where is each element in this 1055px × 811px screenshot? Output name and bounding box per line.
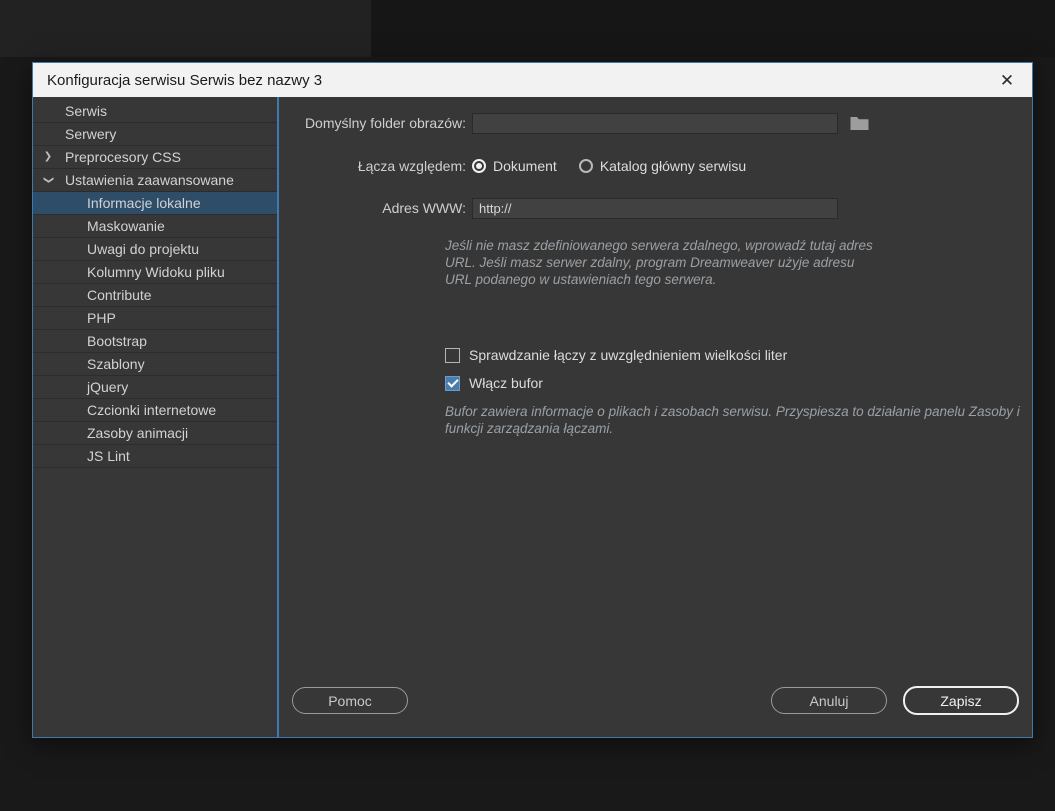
sidebar-item-label: Kolumny Widoku pliku <box>87 264 225 280</box>
sidebar-item-label: Informacje lokalne <box>87 195 201 211</box>
sidebar-item-ustawienia-zaawansowane[interactable]: ❯ Ustawienia zaawansowane <box>33 169 277 192</box>
sidebar-item-label: Zasoby animacji <box>87 425 189 441</box>
sidebar-item-jquery[interactable]: jQuery <box>33 376 277 399</box>
site-setup-dialog: Konfiguracja serwisu Serwis bez nazwy 3 … <box>32 62 1033 738</box>
web-address-row: Adres WWW: <box>279 196 838 220</box>
sidebar-item-bootstrap[interactable]: Bootstrap <box>33 330 277 353</box>
links-relative-label: Łącza względem: <box>357 158 466 174</box>
background-region-left <box>0 0 371 57</box>
category-sidebar: Serwis Serwery ❯ Preprocesory CSS ❯ Usta… <box>33 97 279 737</box>
sidebar-item-preprocesory-css[interactable]: ❯ Preprocesory CSS <box>33 146 277 169</box>
sidebar-item-label: Serwery <box>65 126 117 142</box>
sidebar-item-zasoby-animacji[interactable]: Zasoby animacji <box>33 422 277 445</box>
background-region-right <box>371 0 1055 57</box>
folder-icon <box>850 116 869 131</box>
sidebar-item-czcionki-internetowe[interactable]: Czcionki internetowe <box>33 399 277 422</box>
dialog-titlebar: Konfiguracja serwisu Serwis bez nazwy 3 … <box>33 63 1032 97</box>
radio-document[interactable]: Dokument <box>472 158 557 174</box>
chevron-right-icon[interactable]: ❯ <box>41 146 55 168</box>
links-relative-row: Łącza względem: Dokument Katalog główny … <box>279 154 746 178</box>
checkbox-enable-cache-label: Włącz bufor <box>469 375 543 391</box>
web-address-input[interactable] <box>472 197 838 219</box>
radio-document-label: Dokument <box>493 158 557 174</box>
checkbox-case-links[interactable]: Sprawdzanie łączy z uwzględnieniem wielk… <box>445 347 787 363</box>
sidebar-item-label: Uwagi do projektu <box>87 241 200 257</box>
cache-hint-text: Bufor zawiera informacje o plikach i zas… <box>445 404 1020 436</box>
sidebar-item-maskowanie[interactable]: Maskowanie <box>33 215 277 238</box>
default-images-input[interactable] <box>472 112 838 134</box>
checkbox-case-links-label: Sprawdzanie łączy z uwzględnieniem wielk… <box>469 347 788 363</box>
sidebar-item-uwagi-do-projektu[interactable]: Uwagi do projektu <box>33 238 277 261</box>
sidebar-item-szablony[interactable]: Szablony <box>33 353 277 376</box>
sidebar-item-label: Contribute <box>87 287 152 303</box>
sidebar-item-label: JS Lint <box>87 448 130 464</box>
links-relative-radio-group: Dokument Katalog główny serwisu <box>472 158 746 174</box>
close-icon[interactable]: ✕ <box>996 69 1018 91</box>
sidebar-item-label: Ustawienia zaawansowane <box>65 172 234 188</box>
chevron-down-icon[interactable]: ❯ <box>37 173 59 187</box>
sidebar-item-label: Maskowanie <box>87 218 165 234</box>
radio-site-root[interactable]: Katalog główny serwisu <box>578 158 747 174</box>
checkbox-unchecked-icon[interactable] <box>445 347 460 363</box>
sidebar-item-label: Preprocesory CSS <box>65 149 181 165</box>
web-address-label: Adres WWW: <box>382 200 466 216</box>
sidebar-item-js-lint[interactable]: JS Lint <box>33 445 277 468</box>
sidebar-item-informacje-lokalne[interactable]: Informacje lokalne <box>33 192 277 215</box>
sidebar-item-serwery[interactable]: Serwery <box>33 123 277 146</box>
checkbox-enable-cache[interactable]: Włącz bufor <box>445 375 543 391</box>
sidebar-item-label: PHP <box>87 310 116 326</box>
browse-folder-button[interactable] <box>848 114 870 132</box>
sidebar-item-label: Szablony <box>87 356 145 372</box>
save-button[interactable]: Zapisz <box>903 686 1019 715</box>
sidebar-item-label: Bootstrap <box>87 333 147 349</box>
radio-site-root-label: Katalog główny serwisu <box>599 158 747 174</box>
sidebar-item-kolumny-widoku-pliku[interactable]: Kolumny Widoku pliku <box>33 261 277 284</box>
sidebar-item-label: Czcionki internetowe <box>87 402 217 418</box>
web-address-hint-text: Jeśli nie masz zdefiniowanego serwera zd… <box>445 238 873 287</box>
default-images-label: Domyślny folder obrazów: <box>304 115 466 131</box>
sidebar-item-serwis[interactable]: Serwis <box>33 100 277 123</box>
radio-unselected-icon[interactable] <box>578 159 593 173</box>
sidebar-item-php[interactable]: PHP <box>33 307 277 330</box>
help-button[interactable]: Pomoc <box>292 687 408 714</box>
default-images-row: Domyślny folder obrazów: <box>279 111 870 135</box>
checkbox-checked-icon[interactable] <box>445 375 460 391</box>
dialog-title: Konfiguracja serwisu Serwis bez nazwy 3 <box>47 71 323 89</box>
local-info-panel: Domyślny folder obrazów: Łącza względem:… <box>279 97 1032 737</box>
sidebar-item-contribute[interactable]: Contribute <box>33 284 277 307</box>
cancel-button[interactable]: Anuluj <box>771 687 887 714</box>
radio-selected-icon[interactable] <box>472 159 486 173</box>
sidebar-item-label: jQuery <box>87 379 129 395</box>
sidebar-item-label: Serwis <box>65 103 108 119</box>
